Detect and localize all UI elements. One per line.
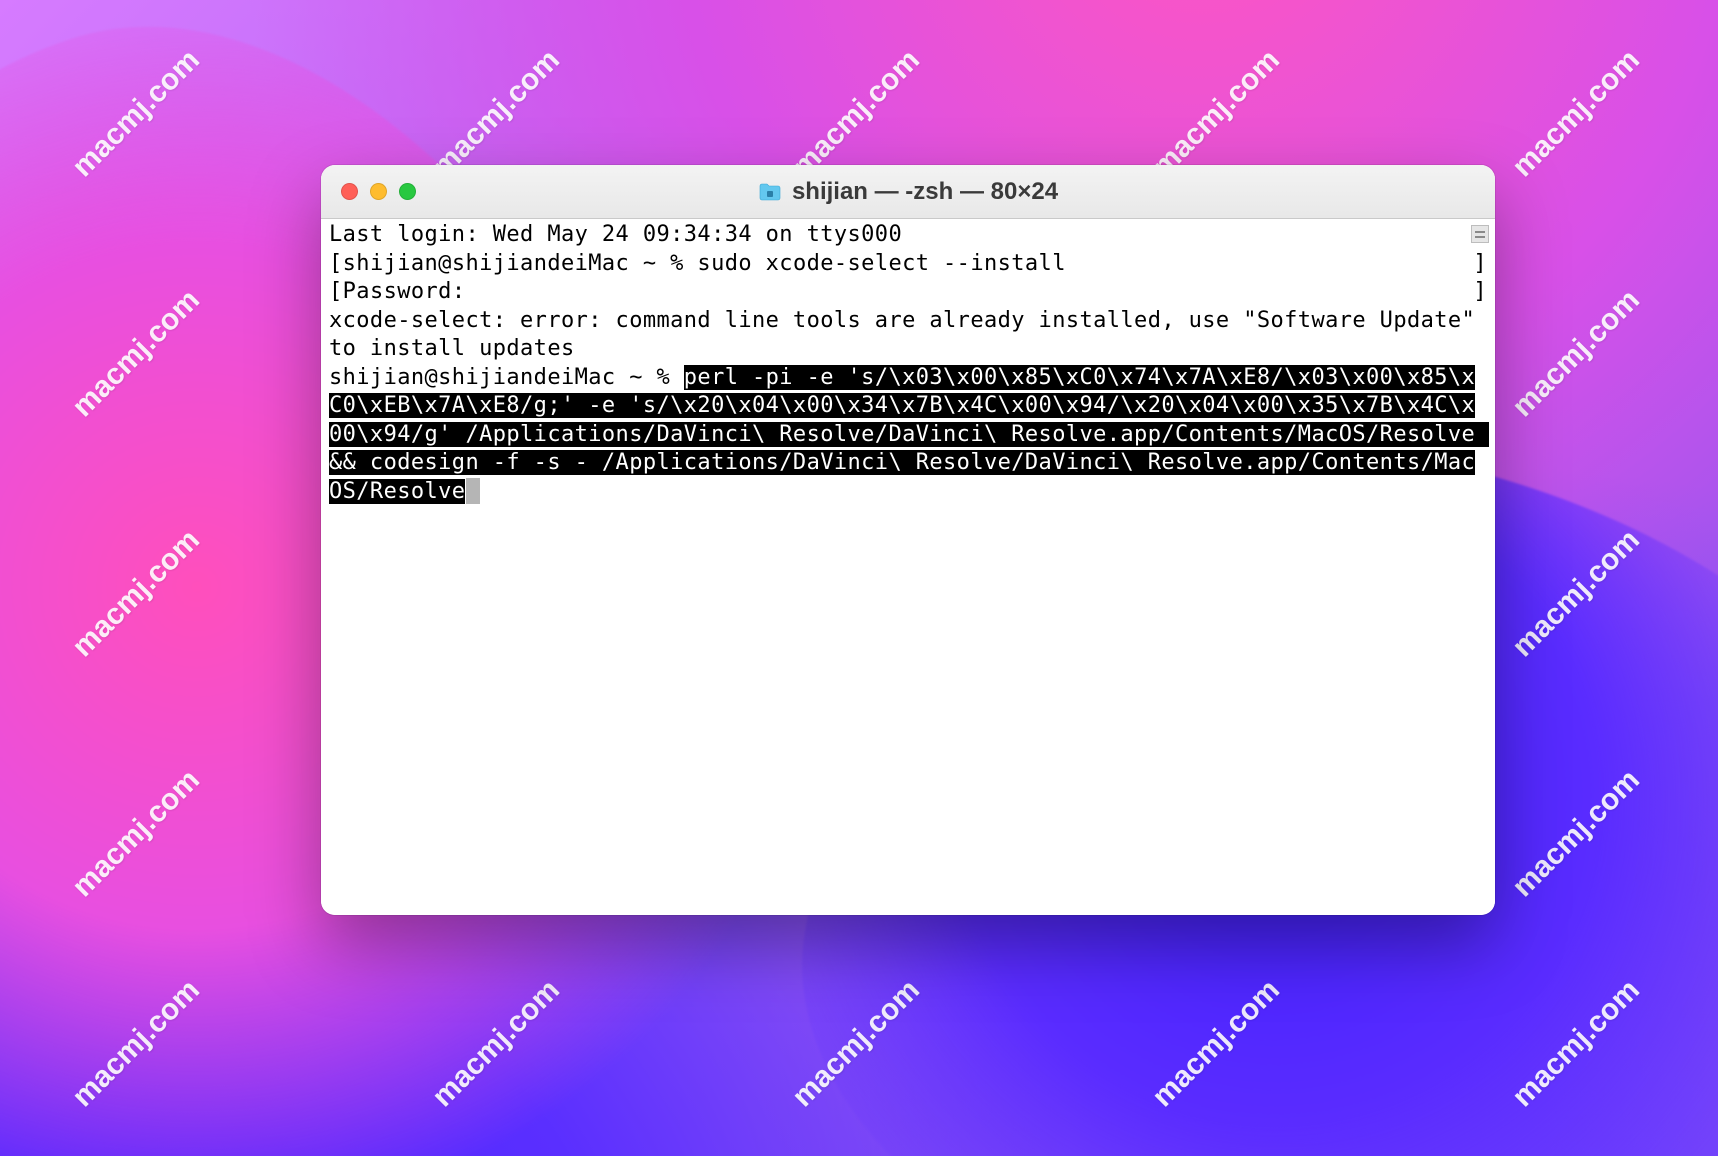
prompt-line-1: [shijian@shijiandeiMac ~ % sudo xcode-se… — [329, 250, 1487, 279]
last-login-line: Last login: Wed May 24 09:34:34 on ttys0… — [329, 221, 1487, 250]
terminal-output[interactable]: Last login: Wed May 24 09:34:34 on ttys0… — [321, 221, 1495, 506]
window-titlebar[interactable]: shijian — -zsh — 80×24 — [321, 165, 1495, 219]
traffic-lights — [341, 183, 416, 200]
watermark-text: macmj.com — [1506, 283, 1647, 424]
watermark-text: macmj.com — [426, 43, 567, 184]
prompt-line-2: shijian@shijiandeiMac ~ % perl -pi -e 's… — [329, 365, 1489, 504]
folder-icon — [758, 182, 782, 202]
watermark-text: macmj.com — [1146, 43, 1287, 184]
zoom-button[interactable] — [399, 183, 416, 200]
scrollbar-thumb-icon[interactable] — [1471, 225, 1489, 243]
minimize-button[interactable] — [370, 183, 387, 200]
terminal-body[interactable]: Last login: Wed May 24 09:34:34 on ttys0… — [321, 219, 1495, 915]
password-line: [Password:] — [329, 278, 1487, 307]
watermark-text: macmj.com — [786, 43, 927, 184]
close-button[interactable] — [341, 183, 358, 200]
watermark-text: macmj.com — [1506, 43, 1647, 184]
terminal-window: shijian — -zsh — 80×24 Last login: Wed M… — [321, 165, 1495, 915]
xcode-error-line: xcode-select: error: command line tools … — [329, 307, 1487, 364]
window-title: shijian — -zsh — 80×24 — [792, 178, 1058, 206]
text-cursor — [466, 478, 480, 504]
